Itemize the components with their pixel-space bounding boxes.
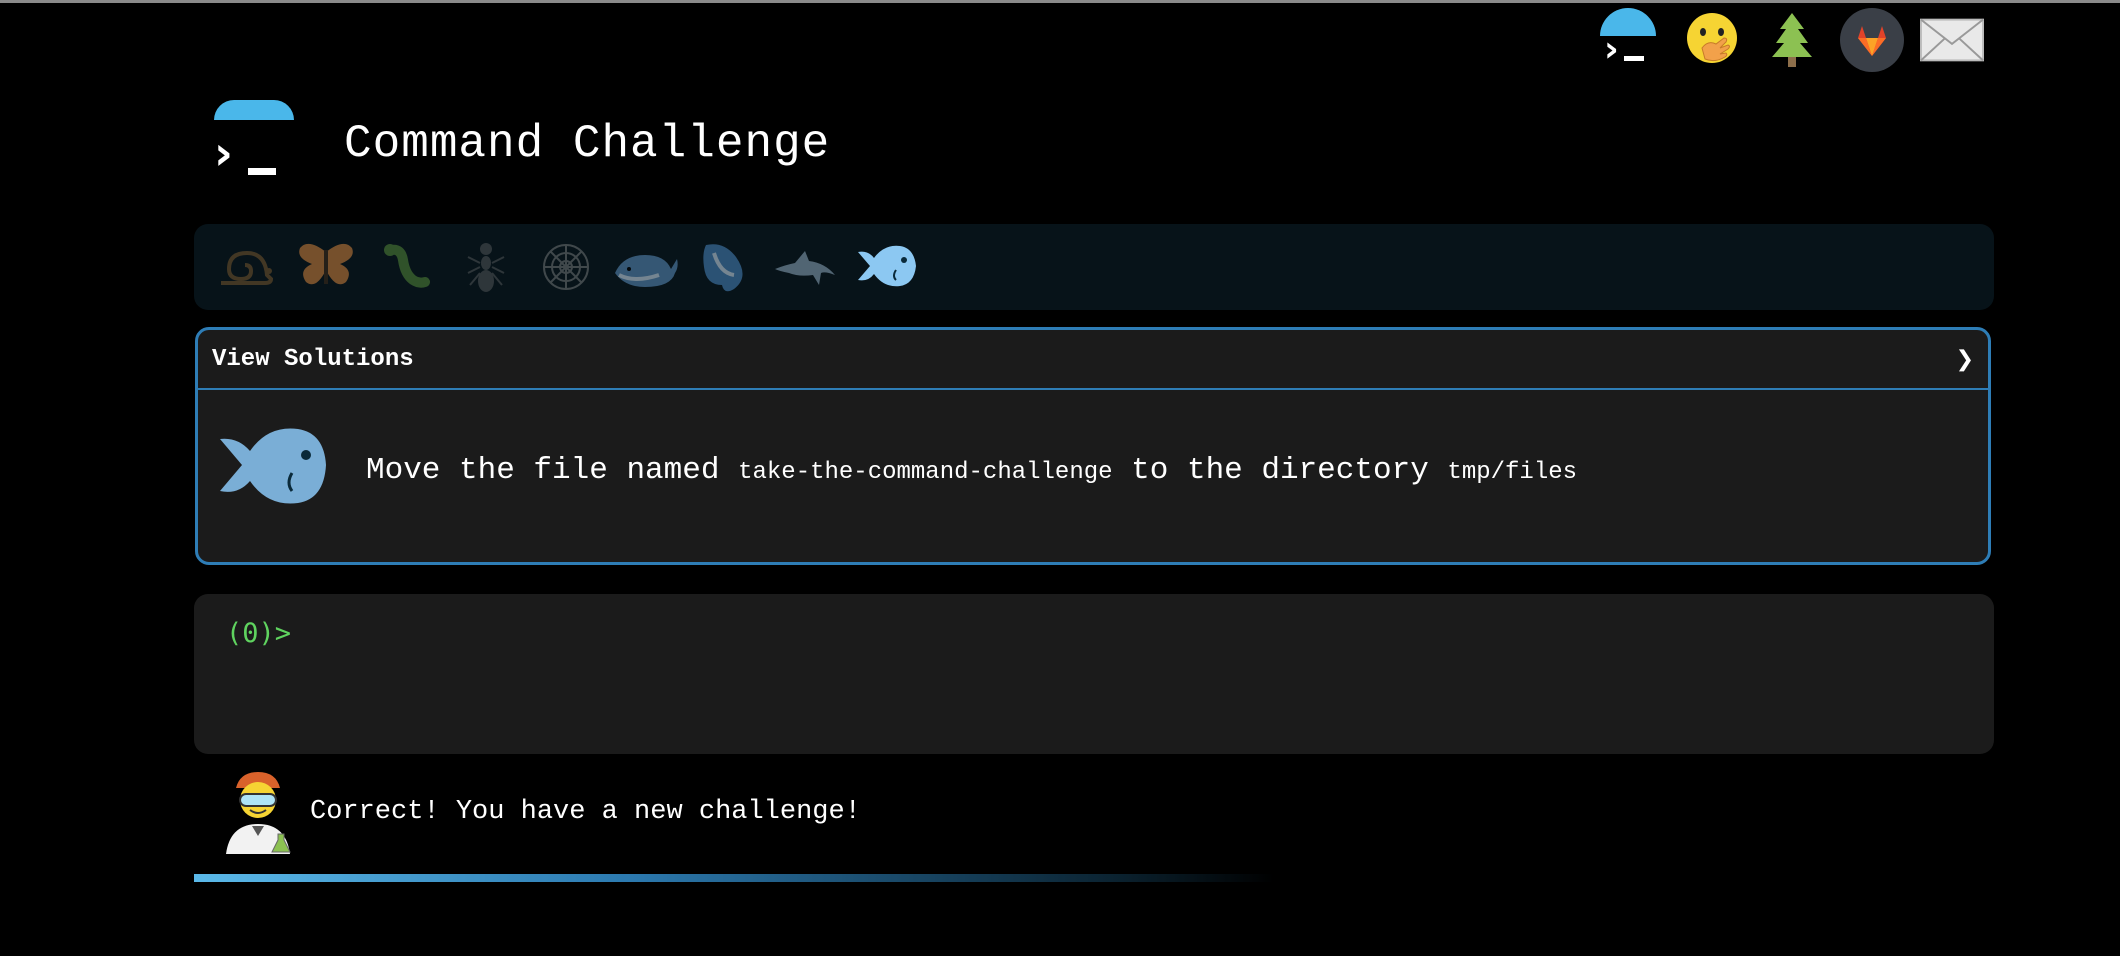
status-message: Correct! You have a new challenge! bbox=[310, 797, 861, 827]
ant-icon[interactable] bbox=[446, 232, 526, 302]
progress-bar bbox=[194, 874, 1274, 882]
bug-icon[interactable] bbox=[366, 232, 446, 302]
prompt-close: )> bbox=[258, 618, 292, 649]
level-bar bbox=[194, 224, 1994, 310]
status-row: Correct! You have a new challenge! bbox=[222, 770, 861, 854]
butterfly-icon[interactable] bbox=[286, 232, 366, 302]
fish-icon bbox=[220, 428, 326, 504]
whale-icon[interactable] bbox=[606, 232, 686, 302]
terminal-logo-icon[interactable]: › bbox=[1600, 8, 1664, 72]
challenge-task: Move the file named take-the-command-cha… bbox=[366, 453, 1577, 488]
task-text-prefix: Move the file named bbox=[366, 452, 720, 488]
page-title: Command Challenge bbox=[344, 118, 831, 170]
file-name: take-the-command-challenge bbox=[738, 458, 1113, 486]
top-icon-row: › bbox=[1600, 8, 1984, 72]
challenge-card: View Solutions ❯ Move the file named tak… bbox=[195, 327, 1991, 565]
dolphin-icon[interactable] bbox=[766, 232, 846, 302]
face-with-hand-over-mouth-icon[interactable] bbox=[1680, 8, 1744, 72]
task-text-middle: to the directory bbox=[1131, 452, 1429, 488]
command-count: 0 bbox=[242, 618, 259, 649]
mail-icon[interactable] bbox=[1920, 8, 1984, 72]
directory-name: tmp/files bbox=[1447, 458, 1578, 486]
view-solutions-toggle[interactable]: View Solutions ❯ bbox=[198, 330, 1988, 390]
tree-icon[interactable] bbox=[1760, 8, 1824, 72]
scientist-icon bbox=[226, 772, 291, 854]
header: › Command Challenge bbox=[210, 100, 830, 188]
snail-icon[interactable] bbox=[206, 232, 286, 302]
terminal-logo-icon[interactable]: › bbox=[210, 100, 296, 188]
challenge-body: Move the file named take-the-command-cha… bbox=[198, 390, 1988, 562]
terminal-input[interactable]: (0)> bbox=[194, 594, 1994, 754]
spouting-whale-icon[interactable] bbox=[686, 232, 766, 302]
gitlab-icon[interactable] bbox=[1840, 8, 1904, 72]
prompt-open: ( bbox=[226, 618, 243, 649]
fish-icon[interactable] bbox=[846, 232, 926, 302]
view-solutions-label: View Solutions bbox=[212, 345, 414, 373]
top-border bbox=[0, 0, 2120, 3]
chevron-right-icon: ❯ bbox=[1955, 346, 1974, 372]
spider-web-icon[interactable] bbox=[526, 232, 606, 302]
